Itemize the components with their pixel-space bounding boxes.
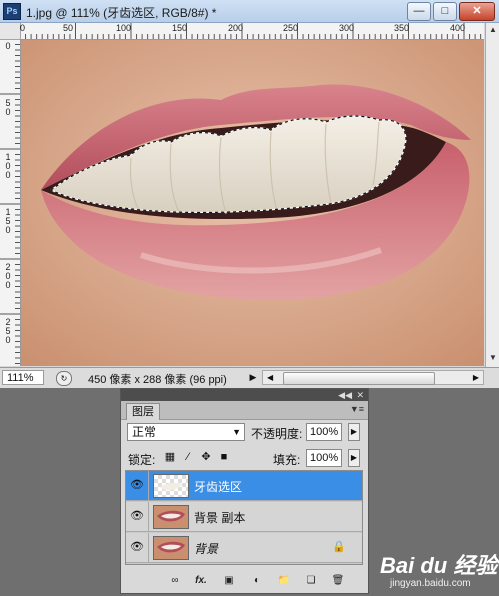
ruler-label: 250: [5, 317, 11, 345]
panel-tab-row: 图层 ▼≡: [121, 401, 368, 420]
fill-input[interactable]: 100%: [306, 449, 342, 467]
layer-name[interactable]: 背景 副本: [194, 509, 245, 526]
new-layer-icon[interactable]: ❏: [303, 574, 319, 588]
minimize-button[interactable]: —: [407, 2, 431, 21]
panel-header[interactable]: ◀◀ ✕: [121, 389, 368, 401]
blend-mode-value: 正常: [132, 425, 157, 439]
ruler-label: 250: [283, 23, 299, 33]
blend-mode-select[interactable]: 正常 ▼: [127, 423, 245, 441]
vertical-ruler[interactable]: 0 50 100 150 200 250: [0, 39, 21, 366]
mouth-thumbnail-image: [157, 541, 185, 553]
smile-photo: [21, 40, 484, 366]
status-menu-arrow-icon[interactable]: ▶: [246, 370, 260, 385]
opacity-arrow-icon[interactable]: ▶: [348, 423, 360, 441]
document-title: 1.jpg @ 111% (牙齿选区, RGB/8#) *: [26, 6, 217, 20]
layer-row-background-copy[interactable]: 👁 背景 副本: [126, 502, 362, 532]
layer-name[interactable]: 牙齿选区: [194, 478, 242, 495]
scroll-thumb[interactable]: [283, 372, 435, 385]
fill-arrow-icon[interactable]: ▶: [348, 449, 360, 467]
layer-row-teeth-selection[interactable]: 👁 牙齿选区: [126, 471, 362, 501]
vertical-scrollbar[interactable]: ▲ ▼: [485, 23, 499, 367]
ruler-label: 100: [5, 152, 11, 180]
layer-name[interactable]: 背景: [194, 540, 218, 557]
opacity-label: 不透明度:: [251, 427, 303, 441]
layer-thumbnail: [153, 474, 189, 498]
lock-label: 锁定:: [128, 453, 156, 467]
ruler-label: 0: [5, 41, 11, 51]
baidu-jingyan-watermark: Bai du 经验 jingyan.baidu.com: [380, 540, 498, 594]
lock-icon: 🔒: [332, 541, 346, 553]
mouth-thumbnail-image: [157, 510, 185, 522]
lock-brush-icon[interactable]: ⁄: [181, 450, 195, 464]
layers-panel: ◀◀ ✕ 图层 ▼≡ 正常 ▼ 不透明度: 100% ▶ 锁定: ▦ ⁄ ✥ ■…: [120, 388, 369, 594]
chevron-down-icon: ▼: [232, 427, 241, 437]
watermark-logo-text: Bai du 经验: [380, 553, 498, 578]
tab-layers[interactable]: 图层: [126, 403, 160, 420]
lock-move-icon[interactable]: ✥: [199, 450, 213, 464]
ruler-label: 300: [339, 23, 355, 33]
document-info: 450 像素 x 288 像素 (96 ppi): [88, 374, 227, 386]
collapse-icon[interactable]: ◀◀: [338, 389, 352, 401]
ruler-label: 50: [5, 98, 11, 117]
lock-all-icon[interactable]: ■: [217, 450, 231, 464]
fill-label: 填充:: [273, 453, 301, 467]
title-bar[interactable]: Ps 1.jpg @ 111% (牙齿选区, RGB/8#) * — □ ✕: [0, 0, 499, 23]
teeth-thumbnail-image: [160, 483, 182, 491]
ruler-label: 400: [450, 23, 466, 33]
minimize-icon: —: [413, 5, 425, 17]
ruler-label: 150: [172, 23, 188, 33]
zoom-field[interactable]: 111%: [2, 370, 44, 385]
panel-close-icon[interactable]: ✕: [356, 389, 364, 401]
ruler-label: 0: [20, 23, 26, 33]
close-icon: ✕: [472, 5, 482, 17]
close-button[interactable]: ✕: [459, 2, 495, 21]
ruler-label: 200: [5, 262, 11, 290]
group-icon[interactable]: 📁: [276, 574, 292, 588]
layer-thumbnail: [153, 536, 189, 560]
panel-menu-icon[interactable]: ▼≡: [350, 404, 364, 414]
horizontal-ruler-ticks: [20, 23, 482, 39]
trash-icon[interactable]: 🗑: [330, 574, 346, 588]
status-info-icon[interactable]: ↻: [56, 371, 72, 386]
fx-icon[interactable]: fx.: [193, 574, 209, 588]
eye-icon[interactable]: 👁: [128, 537, 146, 557]
status-bar: 111% ↻ 450 像素 x 288 像素 (96 ppi) ▶ ◀ ▶: [0, 367, 499, 388]
scroll-right-icon[interactable]: ▶: [473, 371, 479, 384]
ruler-label: 100: [116, 23, 132, 33]
scroll-left-icon[interactable]: ◀: [267, 371, 273, 384]
restore-button[interactable]: □: [433, 2, 457, 21]
eye-icon[interactable]: 👁: [128, 506, 146, 526]
restore-icon: □: [441, 5, 449, 17]
document-window: Ps 1.jpg @ 111% (牙齿选区, RGB/8#) * — □ ✕ 0…: [0, 0, 499, 388]
link-icon[interactable]: ∞: [167, 574, 183, 588]
photoshop-app-icon: Ps: [3, 3, 21, 20]
document-canvas[interactable]: [21, 40, 484, 366]
scroll-down-icon[interactable]: ▼: [488, 353, 498, 363]
scroll-up-icon[interactable]: ▲: [488, 25, 498, 35]
ruler-label: 50: [63, 23, 74, 33]
horizontal-ruler[interactable]: 0 50 100 150 200 250 300 350 400: [20, 23, 484, 40]
ruler-label: 350: [394, 23, 410, 33]
ruler-label: 200: [228, 23, 244, 33]
mask-icon[interactable]: ▣: [221, 574, 237, 588]
ruler-origin[interactable]: [0, 23, 21, 40]
eye-icon[interactable]: 👁: [128, 475, 146, 495]
watermark-url: jingyan.baidu.com: [390, 578, 471, 589]
layer-thumbnail: [153, 505, 189, 529]
layers-list: 👁 牙齿选区 👁 背景 副本 👁 背景 🔒: [125, 470, 363, 565]
horizontal-scrollbar[interactable]: ◀ ▶: [262, 370, 484, 385]
lock-transparent-icon[interactable]: ▦: [163, 450, 177, 464]
layers-bottom-toolbar: ∞ fx. ▣ ◐ 📁 ❏ 🗑: [121, 569, 368, 593]
opacity-input[interactable]: 100%: [306, 423, 342, 441]
adjustment-icon[interactable]: ◐: [249, 574, 265, 588]
ruler-label: 150: [5, 207, 11, 235]
layer-row-background[interactable]: 👁 背景 🔒: [126, 533, 362, 563]
